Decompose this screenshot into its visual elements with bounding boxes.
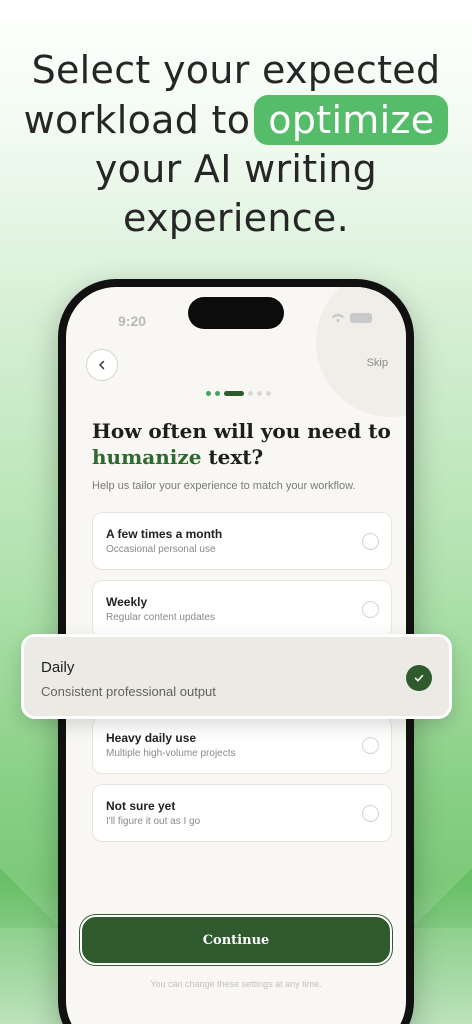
progress-indicator: [206, 391, 271, 396]
radio-icon: [362, 737, 379, 754]
wifi-icon: [332, 314, 344, 323]
progress-dot: [257, 391, 262, 396]
radio-icon: [362, 805, 379, 822]
decor-circle: [316, 287, 406, 417]
check-icon: [406, 665, 432, 691]
question-pre: How often will you need to: [92, 419, 391, 443]
radio-icon: [362, 533, 379, 550]
status-icons: [331, 313, 372, 323]
headline-line-1: Select your expected: [31, 48, 441, 92]
option-title: Daily: [41, 659, 75, 676]
headline: Select your expected workload to optimize…: [0, 46, 472, 243]
status-time: 9:20: [118, 313, 147, 329]
headline-line-2: workload to optimize: [0, 95, 472, 145]
progress-dot: [215, 391, 220, 396]
question-title: How often will you need to humanize text?: [92, 418, 392, 470]
question-highlight: humanize: [92, 445, 202, 469]
option-title: Heavy daily use: [106, 731, 197, 745]
option-title: Not sure yet: [106, 799, 176, 813]
headline-line-2-text: workload to: [23, 98, 251, 142]
headline-highlight-pill: optimize: [254, 95, 449, 145]
option-desc: Consistent professional output: [41, 684, 216, 699]
option-daily-selected[interactable]: Daily Consistent professional output: [21, 634, 452, 719]
question-subtitle: Help us tailor your experience to match …: [92, 480, 356, 492]
settings-footnote: You can change these settings at any tim…: [150, 979, 322, 989]
option-title: Weekly: [106, 595, 148, 609]
headline-line-4: experience.: [123, 196, 349, 240]
continue-button[interactable]: Continue: [80, 915, 392, 965]
radio-icon: [362, 601, 379, 618]
option-weekly[interactable]: Weekly Regular content updates: [92, 580, 392, 638]
battery-icon: [350, 313, 372, 323]
option-not-sure[interactable]: Not sure yet I'll figure it out as I go: [92, 784, 392, 842]
progress-current: [224, 391, 244, 396]
option-few-times-month[interactable]: A few times a month Occasional personal …: [92, 512, 392, 570]
skip-button[interactable]: Skip: [367, 357, 388, 369]
chevron-left-icon: [99, 360, 105, 370]
headline-line-3: your AI writing: [94, 147, 378, 191]
back-button[interactable]: [86, 349, 118, 381]
option-desc: Occasional personal use: [106, 544, 216, 555]
progress-dot: [206, 391, 211, 396]
progress-dot: [248, 391, 253, 396]
option-desc: Multiple high-volume projects: [106, 748, 236, 759]
option-desc: Regular content updates: [106, 612, 215, 623]
progress-dot: [266, 391, 271, 396]
question-post: text?: [201, 445, 264, 469]
option-title: A few times a month: [106, 527, 223, 541]
option-desc: I'll figure it out as I go: [106, 816, 201, 827]
option-heavy-daily[interactable]: Heavy daily use Multiple high-volume pro…: [92, 716, 392, 774]
dynamic-island: [188, 297, 284, 329]
